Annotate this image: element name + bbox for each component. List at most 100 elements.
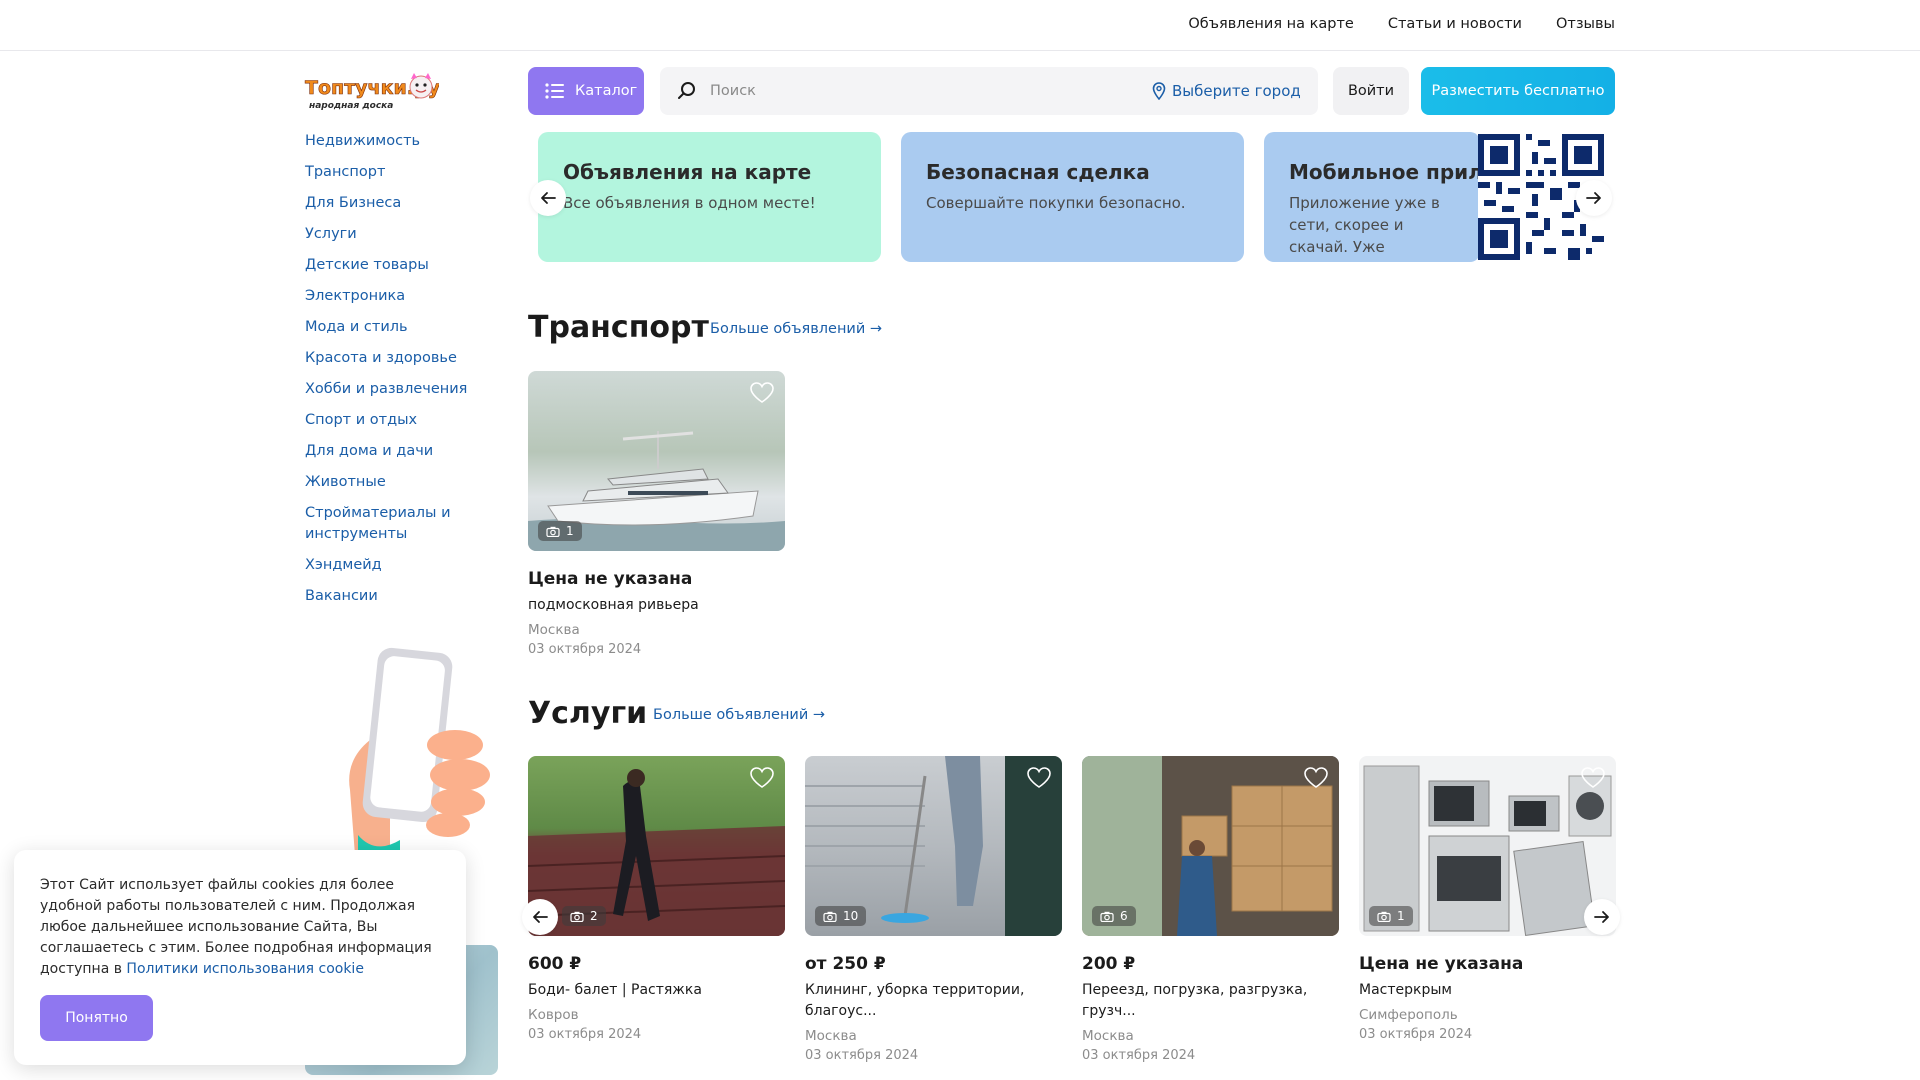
topnav-articles-link[interactable]: Статьи и новости bbox=[1388, 16, 1522, 32]
listing-location: Москва bbox=[528, 622, 580, 638]
banner-prev-button[interactable] bbox=[530, 180, 566, 216]
sidebar-item-services[interactable]: Услуги bbox=[305, 224, 475, 245]
more-link-label: Больше объявлений bbox=[710, 321, 866, 337]
banner-next-button[interactable] bbox=[1576, 180, 1612, 216]
city-selector[interactable]: Выберите город bbox=[1152, 67, 1301, 115]
arrow-right-icon bbox=[1586, 192, 1601, 204]
listing-image[interactable]: 10 bbox=[805, 756, 1062, 936]
photo-count: 1 bbox=[566, 524, 574, 538]
sidebar-item-hobby[interactable]: Хобби и развлечения bbox=[305, 379, 475, 400]
listing-price: Цена не указана bbox=[528, 569, 693, 589]
search-input[interactable] bbox=[710, 83, 1130, 99]
camera-icon bbox=[546, 526, 560, 537]
sidebar-item-home[interactable]: Для дома и дачи bbox=[305, 441, 475, 462]
listing-location: Ковров bbox=[528, 1007, 579, 1023]
photo-count-badge: 10 bbox=[815, 906, 867, 926]
arrow-right-icon: → bbox=[869, 321, 883, 337]
favorite-heart-icon[interactable] bbox=[1303, 766, 1329, 790]
svg-text:народная доска: народная доска bbox=[309, 101, 393, 111]
topnav-reviews-link[interactable]: Отзывы bbox=[1556, 16, 1615, 32]
favorite-heart-icon[interactable] bbox=[749, 381, 775, 405]
listing-location: Москва bbox=[1082, 1028, 1134, 1044]
favorite-heart-icon[interactable] bbox=[749, 766, 775, 790]
listing-title[interactable]: Клининг, уборка территории, благоус... bbox=[805, 980, 1062, 1022]
sidebar-item-building[interactable]: Стройматериалы и инструменты bbox=[305, 503, 475, 545]
listing-card[interactable]: 1 Цена не указана подмосковная ривьера М… bbox=[528, 371, 785, 657]
cookie-policy-link[interactable]: Политики использования cookie bbox=[126, 961, 364, 977]
catalog-button[interactable]: Каталог bbox=[528, 67, 644, 115]
listing-card[interactable]: 1 Цена не указана Мастеркрым Симферополь… bbox=[1359, 756, 1616, 1042]
listing-price: 200 ₽ bbox=[1082, 954, 1136, 974]
banner-subtitle: Приложение уже в сети, скорее и скачай. … bbox=[1289, 194, 1449, 262]
listing-price: Цена не указана bbox=[1359, 954, 1524, 974]
listing-location: Симферополь bbox=[1359, 1007, 1458, 1023]
listing-date: 03 октября 2024 bbox=[805, 1048, 919, 1063]
sidebar-item-fashion[interactable]: Мода и стиль bbox=[305, 317, 475, 338]
arrow-right-icon bbox=[1594, 911, 1609, 923]
photo-count-badge: 2 bbox=[562, 906, 606, 926]
photo-count: 6 bbox=[1120, 909, 1128, 923]
listing-card[interactable]: 6 200 ₽ Переезд, погрузка, разгрузка, гр… bbox=[1082, 756, 1339, 1063]
listing-card[interactable]: 2 600 ₽ Боди- балет | Растяжка Ковров 03… bbox=[528, 756, 785, 1042]
listing-image[interactable]: 2 bbox=[528, 756, 785, 936]
camera-icon bbox=[1377, 911, 1391, 922]
catalog-label: Каталог bbox=[575, 83, 638, 99]
banner-subtitle: Совершайте покупки безопасно. bbox=[926, 194, 1186, 212]
camera-icon bbox=[823, 911, 837, 922]
camera-icon bbox=[570, 911, 584, 922]
banner-safe-deal[interactable]: Безопасная сделка Совершайте покупки без… bbox=[901, 132, 1244, 262]
favorite-heart-icon[interactable] bbox=[1026, 766, 1052, 790]
services-prev-button[interactable] bbox=[522, 899, 558, 935]
listing-image[interactable]: 6 bbox=[1082, 756, 1339, 936]
list-icon bbox=[545, 83, 564, 99]
more-link-transport[interactable]: Больше объявлений → bbox=[710, 321, 882, 337]
post-ad-button[interactable]: Разместить бесплатно bbox=[1421, 67, 1615, 115]
listing-title[interactable]: Переезд, погрузка, разгрузка, грузч... bbox=[1082, 980, 1339, 1022]
more-link-label: Больше объявлений bbox=[653, 707, 809, 723]
login-button[interactable]: Войти bbox=[1333, 67, 1409, 115]
sidebar-item-beauty[interactable]: Красота и здоровье bbox=[305, 348, 475, 369]
phone-hand-illustration bbox=[349, 647, 490, 855]
category-sidebar: Недвижимость Транспорт Для Бизнеса Услуг… bbox=[305, 131, 475, 617]
listing-image[interactable]: 1 bbox=[1359, 756, 1616, 936]
more-link-services[interactable]: Больше объявлений → bbox=[653, 707, 825, 723]
banner-title: Безопасная сделка bbox=[926, 160, 1150, 184]
city-label: Выберите город bbox=[1172, 82, 1301, 100]
listing-title[interactable]: Боди- балет | Растяжка bbox=[528, 980, 785, 1001]
sidebar-item-animals[interactable]: Животные bbox=[305, 472, 475, 493]
cookie-accept-button[interactable]: Понятно bbox=[40, 995, 153, 1041]
photo-count-badge: 1 bbox=[538, 521, 582, 541]
listing-date: 03 октября 2024 bbox=[528, 1027, 642, 1042]
photo-count-badge: 6 bbox=[1092, 906, 1136, 926]
section-title-transport: Транспорт bbox=[528, 310, 709, 345]
listing-date: 03 октября 2024 bbox=[1359, 1027, 1473, 1042]
listing-image[interactable]: 1 bbox=[528, 371, 785, 551]
listing-title[interactable]: Мастеркрым bbox=[1359, 980, 1616, 1001]
sidebar-item-kids[interactable]: Детские товары bbox=[305, 255, 475, 276]
listing-card[interactable]: 10 от 250 ₽ Клининг, уборка территории, … bbox=[805, 756, 1062, 1063]
services-next-button[interactable] bbox=[1584, 899, 1620, 935]
site-logo[interactable]: Топтучки.ру народная доска bbox=[303, 70, 439, 114]
favorite-heart-icon[interactable] bbox=[1580, 766, 1606, 790]
photo-count: 10 bbox=[843, 909, 859, 923]
listing-title[interactable]: подмосковная ривьера bbox=[528, 595, 785, 616]
sidebar-item-sport[interactable]: Спорт и отдых bbox=[305, 410, 475, 431]
sidebar-item-jobs[interactable]: Вакансии bbox=[305, 586, 475, 607]
sidebar-item-realty[interactable]: Недвижимость bbox=[305, 131, 475, 152]
listing-price: от 250 ₽ bbox=[805, 954, 886, 974]
sidebar-item-electronics[interactable]: Электроника bbox=[305, 286, 475, 307]
sidebar-item-handmade[interactable]: Хэндмейд bbox=[305, 555, 475, 576]
sidebar-item-business[interactable]: Для Бизнеса bbox=[305, 193, 475, 214]
arrow-left-icon bbox=[541, 192, 556, 204]
arrow-right-icon: → bbox=[812, 707, 826, 723]
banner-title: Мобильное приложение bbox=[1289, 160, 1480, 184]
cookie-text: Этот Сайт использует файлы cookies для б… bbox=[40, 875, 442, 980]
banner-map[interactable]: Объявления на карте Все объявления в одн… bbox=[538, 132, 881, 262]
photo-count: 2 bbox=[590, 909, 598, 923]
banner-mobile-app[interactable]: Мобильное приложение Приложение уже в се… bbox=[1264, 132, 1480, 262]
sidebar-item-transport[interactable]: Транспорт bbox=[305, 162, 475, 183]
search-icon[interactable] bbox=[676, 80, 698, 102]
listing-location: Москва bbox=[805, 1028, 857, 1044]
topnav-map-link[interactable]: Объявления на карте bbox=[1188, 16, 1353, 32]
section-title-services: Услуги bbox=[528, 696, 648, 731]
